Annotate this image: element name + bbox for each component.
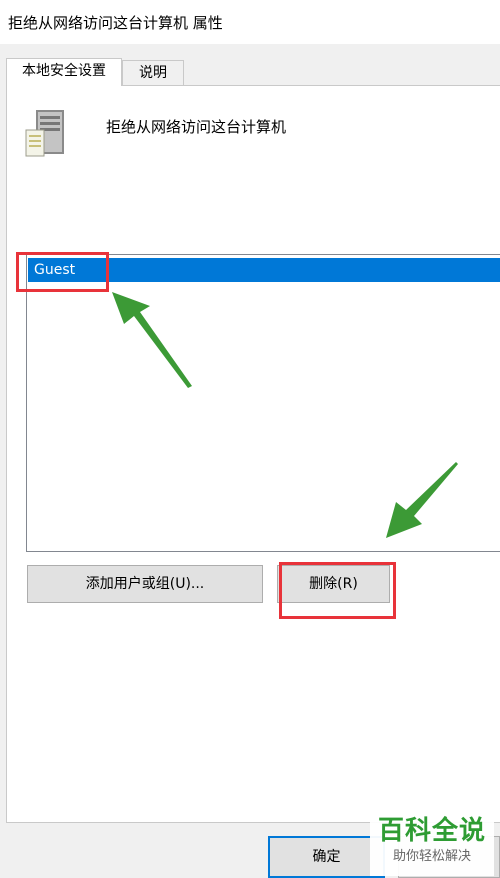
remove-button[interactable]: 删除(R) — [277, 565, 390, 603]
watermark-logo: 百科全说 — [377, 816, 486, 846]
title-bar: 拒绝从网络访问这台计算机 属性 — [0, 0, 500, 44]
server-icon — [25, 110, 64, 157]
list-item-guest[interactable]: Guest — [28, 258, 500, 282]
tab-local-security-setting[interactable]: 本地安全设置 — [6, 58, 122, 86]
watermark-slogan: 助你轻松解决 — [392, 849, 471, 864]
window-title: 拒绝从网络访问这台计算机 属性 — [8, 14, 223, 32]
ok-button[interactable]: 确定 — [268, 836, 385, 878]
watermark: 百科全说 助你轻松解决 — [370, 814, 494, 876]
tab-explain[interactable]: 说明 — [122, 60, 184, 86]
user-listbox[interactable]: Guest — [26, 254, 500, 552]
policy-name: 拒绝从网络访问这台计算机 — [106, 118, 287, 136]
add-user-or-group-button[interactable]: 添加用户或组(U)... — [27, 565, 263, 603]
